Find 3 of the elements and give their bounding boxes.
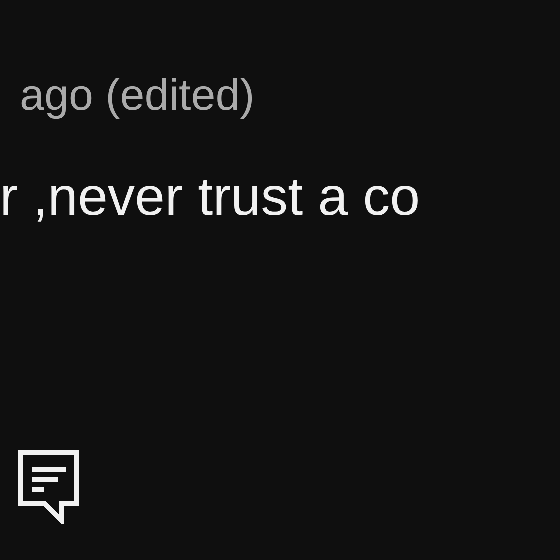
comment-meta: ago (edited) [20,70,255,122]
comment-text: r ,never trust a co [0,166,420,229]
reply-icon[interactable] [18,450,80,524]
